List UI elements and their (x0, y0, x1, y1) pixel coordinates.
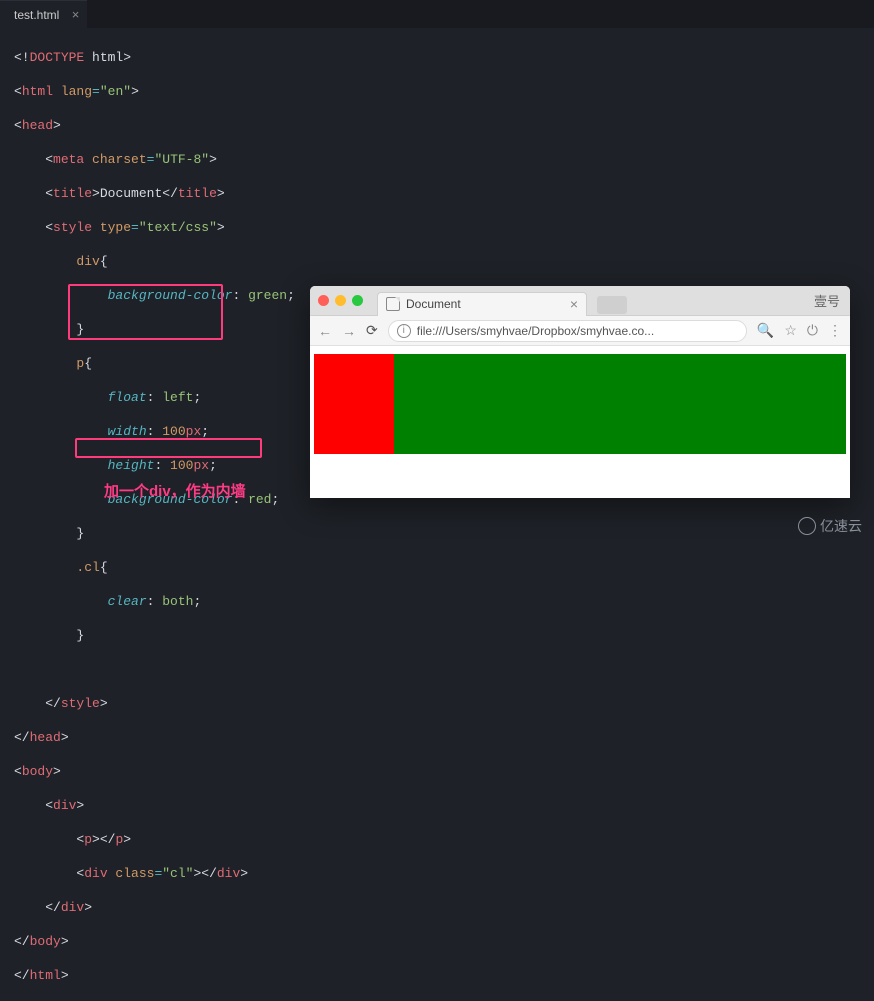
power-icon[interactable]: ⏻ (807, 322, 818, 339)
code-line: <!DOCTYPE html> (14, 49, 864, 66)
browser-window: Document × 壹号 ← → ⟳ i file:///Users/smyh… (310, 286, 850, 498)
account-label[interactable]: 壹号 (814, 291, 840, 310)
reload-icon[interactable]: ⟳ (366, 322, 378, 339)
code-line: } (14, 525, 864, 542)
document-icon (386, 297, 400, 311)
watermark-text: 亿速云 (820, 516, 862, 536)
browser-viewport (310, 346, 850, 498)
code-line: </div> (14, 899, 864, 916)
star-icon[interactable]: ☆ (784, 322, 797, 339)
code-line: </html> (14, 967, 864, 984)
browser-tabbar: Document × 壹号 (310, 286, 850, 316)
code-line: </style> (14, 695, 864, 712)
close-icon[interactable] (318, 295, 329, 306)
code-line: </body> (14, 933, 864, 950)
tab-close-icon[interactable]: × (72, 7, 80, 22)
code-line: clear: both; (14, 593, 864, 610)
code-line: <html lang="en"> (14, 83, 864, 100)
logo-icon (798, 517, 816, 535)
new-tab-button[interactable] (597, 296, 627, 314)
code-line: <meta charset="UTF-8"> (14, 151, 864, 168)
url-field[interactable]: i file:///Users/smyhvae/Dropbox/smyhvae.… (388, 320, 747, 342)
watermark: 亿速云 (798, 516, 862, 536)
annotation-text: 加一个div，作为内墙 (104, 480, 246, 501)
minimize-icon[interactable] (335, 295, 346, 306)
rendered-div (314, 354, 846, 454)
browser-tab-title: Document (406, 297, 461, 311)
menu-icon[interactable]: ⋮ (828, 322, 842, 339)
code-line: .cl{ (14, 559, 864, 576)
rendered-p (314, 354, 394, 454)
code-line (14, 661, 864, 678)
code-line: <head> (14, 117, 864, 134)
url-text: file:///Users/smyhvae/Dropbox/smyhvae.co… (417, 324, 654, 338)
code-line: div{ (14, 253, 864, 270)
forward-icon[interactable]: → (342, 323, 356, 339)
code-line: <style type="text/css"> (14, 219, 864, 236)
tab-close-icon[interactable]: × (570, 296, 578, 312)
code-line: <p></p> (14, 831, 864, 848)
code-line: } (14, 627, 864, 644)
code-line: <div> (14, 797, 864, 814)
window-controls (318, 295, 363, 306)
code-line: <title>Document</title> (14, 185, 864, 202)
code-line: </head> (14, 729, 864, 746)
search-icon[interactable]: 🔍 (757, 322, 774, 339)
editor-tab[interactable]: test.html × (0, 0, 87, 28)
tab-filename: test.html (14, 8, 59, 22)
back-icon[interactable]: ← (318, 323, 332, 339)
editor-tabbar: test.html × (0, 0, 874, 28)
code-line: <div class="cl"></div> (14, 865, 864, 882)
maximize-icon[interactable] (352, 295, 363, 306)
code-line: <body> (14, 763, 864, 780)
url-bar: ← → ⟳ i file:///Users/smyhvae/Dropbox/sm… (310, 316, 850, 346)
browser-tab[interactable]: Document × (377, 292, 587, 316)
info-icon[interactable]: i (397, 324, 411, 338)
